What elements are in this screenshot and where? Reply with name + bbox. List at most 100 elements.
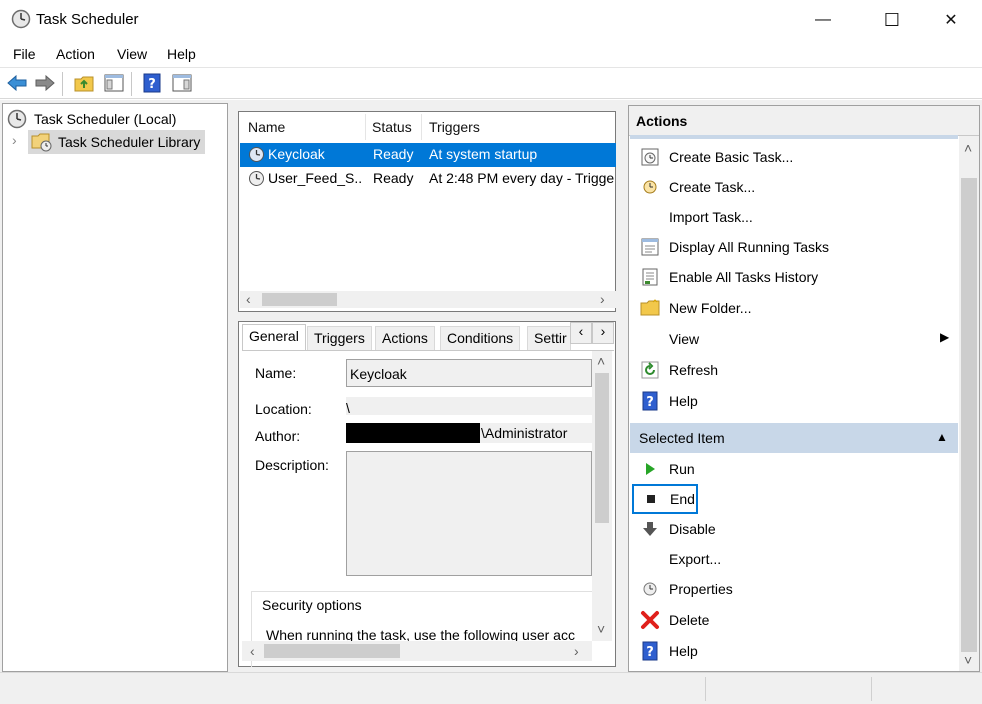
vertical-scrollbar[interactable]: ˄ ˅ <box>959 136 979 671</box>
scroll-thumb[interactable] <box>264 644 400 658</box>
scroll-up-arrow[interactable]: ˄ <box>964 140 972 156</box>
collapse-arrow-icon[interactable]: ▲ <box>936 430 948 444</box>
action-delete[interactable]: Delete <box>633 605 959 635</box>
column-divider[interactable] <box>421 114 422 140</box>
tree-item-root[interactable]: Task Scheduler (Local) <box>6 108 224 130</box>
action-help-selected[interactable]: ? Help <box>633 636 959 666</box>
task-status: Ready <box>373 170 414 186</box>
scroll-thumb[interactable] <box>595 373 609 523</box>
action-properties[interactable]: Properties <box>633 574 959 604</box>
scroll-left-arrow[interactable]: ‹ <box>246 291 251 307</box>
window-title: Task Scheduler <box>36 11 139 28</box>
tab-label: Triggers <box>314 330 365 346</box>
name-field[interactable]: Keycloak <box>346 359 592 387</box>
action-help[interactable]: ? Help <box>633 386 959 416</box>
action-refresh[interactable]: Refresh <box>633 355 959 385</box>
action-export[interactable]: Export... <box>633 544 959 574</box>
action-label: Create Task... <box>669 179 756 195</box>
name-label: Name: <box>255 365 297 381</box>
folder-up-icon <box>74 74 94 95</box>
status-divider <box>871 677 872 701</box>
back-button[interactable] <box>6 73 28 95</box>
author-value: \Administrator <box>481 425 568 441</box>
scroll-thumb[interactable] <box>961 178 977 652</box>
table-row[interactable]: User_Feed_S... Ready At 2:48 PM every da… <box>240 167 616 191</box>
scroll-down-arrow[interactable]: ˅ <box>597 621 605 637</box>
action-run[interactable]: Run <box>633 454 959 484</box>
expand-chevron-icon[interactable]: › <box>12 132 17 148</box>
chevron-left-icon: ‹ <box>578 323 584 339</box>
show-hide-action-pane-button[interactable] <box>171 73 193 95</box>
action-label: Disable <box>669 521 716 537</box>
table-row[interactable]: Keycloak Ready At system startup <box>240 143 616 167</box>
action-new-folder[interactable]: New Folder... <box>633 293 959 323</box>
action-view[interactable]: View ▶ <box>633 324 959 354</box>
name-value: Keycloak <box>350 366 407 382</box>
action-disable[interactable]: Disable <box>633 514 959 544</box>
tab-scroll-right-button[interactable]: › <box>592 322 614 344</box>
toolbar-separator <box>131 72 132 96</box>
properties-icon <box>633 581 667 597</box>
toolbar: ? <box>0 67 982 99</box>
tab-triggers[interactable]: Triggers <box>307 326 372 350</box>
action-end[interactable]: End <box>632 484 698 514</box>
close-button[interactable]: ✕ <box>928 0 974 40</box>
tree-item-library[interactable]: Task Scheduler Library <box>28 130 205 154</box>
action-label: Import Task... <box>669 209 753 225</box>
minimize-button[interactable]: — <box>800 0 846 40</box>
tab-settings[interactable]: Settir <box>527 326 571 350</box>
action-enable-tasks-history[interactable]: Enable All Tasks History <box>633 262 959 292</box>
scroll-down-arrow[interactable]: ˅ <box>964 652 972 668</box>
column-header-name[interactable]: Name <box>248 119 285 135</box>
column-header-triggers[interactable]: Triggers <box>429 119 480 135</box>
description-field[interactable] <box>346 451 592 576</box>
scroll-left-arrow[interactable]: ‹ <box>250 643 255 659</box>
menu-help[interactable]: Help <box>167 46 196 62</box>
tab-conditions[interactable]: Conditions <box>440 326 521 350</box>
maximize-button[interactable]: ☐ <box>869 0 915 40</box>
help-toolbar-button[interactable]: ? <box>141 73 163 95</box>
selected-item-section-header[interactable]: Selected Item ▲ <box>630 423 958 453</box>
forward-arrow-icon <box>35 74 55 94</box>
horizontal-scrollbar[interactable]: ‹ › <box>240 291 616 308</box>
redacted-block <box>346 423 480 443</box>
menu-file[interactable]: File <box>13 46 36 62</box>
scroll-thumb[interactable] <box>262 293 337 306</box>
close-icon: ✕ <box>944 12 958 29</box>
task-list: Name Status Triggers Keycloak Ready At s… <box>238 111 616 312</box>
svg-text:?: ? <box>646 645 654 660</box>
scroll-right-arrow[interactable]: › <box>600 291 605 307</box>
action-display-running-tasks[interactable]: Display All Running Tasks <box>633 232 959 262</box>
action-create-basic-task[interactable]: Create Basic Task... <box>633 142 959 172</box>
action-label: Enable All Tasks History <box>669 269 819 285</box>
column-divider[interactable] <box>365 114 366 140</box>
tab-actions[interactable]: Actions <box>375 326 435 350</box>
toolbar-separator <box>62 72 63 96</box>
show-hide-action-pane-icon <box>172 74 192 95</box>
action-label: Refresh <box>669 362 719 378</box>
show-hide-tree-button[interactable] <box>103 73 125 95</box>
create-basic-task-icon <box>633 147 667 167</box>
tab-general[interactable]: General <box>242 324 306 351</box>
scroll-up-arrow[interactable]: ˄ <box>597 353 605 369</box>
action-import-task[interactable]: Import Task... <box>633 202 959 232</box>
actions-pane: Actions ˄ ˅ Create Basic Task... Create … <box>628 105 980 672</box>
new-folder-icon <box>633 299 667 317</box>
location-field: \ <box>346 397 592 416</box>
tab-scroll-left-button[interactable]: ‹ <box>570 322 592 344</box>
task-trigger: At system startup <box>429 146 538 162</box>
task-status: Ready <box>373 146 414 162</box>
action-label: Delete <box>669 612 710 628</box>
task-trigger: At 2:48 PM every day - Trigge <box>429 170 615 186</box>
column-header-status[interactable]: Status <box>372 119 412 135</box>
menu-action[interactable]: Action <box>56 46 95 62</box>
up-one-level-button[interactable] <box>73 73 95 95</box>
actions-header: Actions <box>629 106 979 136</box>
menu-view[interactable]: View <box>117 46 147 62</box>
horizontal-scrollbar[interactable]: ‹ › <box>242 641 592 661</box>
scroll-right-arrow[interactable]: › <box>574 643 579 659</box>
forward-button[interactable] <box>34 73 56 95</box>
vertical-scrollbar[interactable]: ˄ ˅ <box>592 351 612 641</box>
help-icon: ? <box>633 641 667 661</box>
action-create-task[interactable]: Create Task... <box>633 172 959 202</box>
